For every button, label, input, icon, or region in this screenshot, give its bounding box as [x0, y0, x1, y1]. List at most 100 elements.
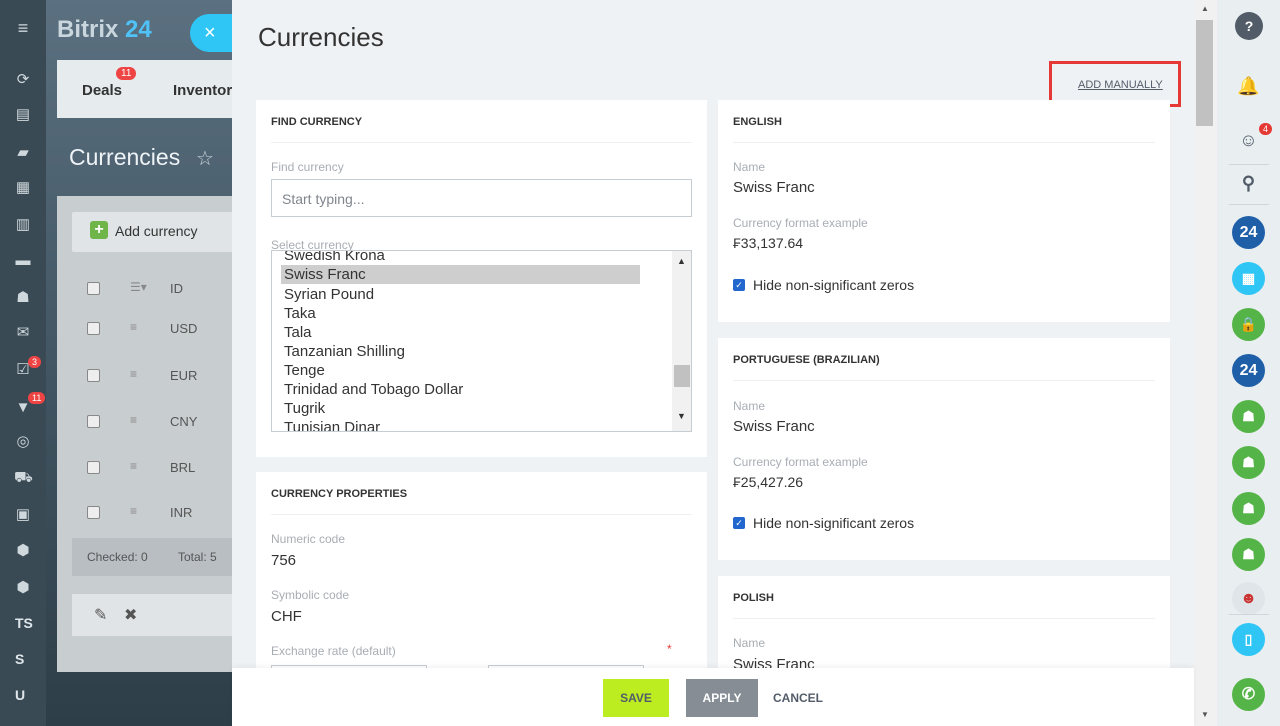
save-button[interactable]: SAVE	[603, 679, 669, 717]
list-item[interactable]: Tanzanian Shilling	[284, 342, 405, 361]
total-count: Total: 5	[178, 550, 217, 564]
calendar-icon[interactable]: ▦	[14, 180, 32, 196]
row-menu-icon[interactable]: ≡	[130, 413, 137, 427]
nav-letter-u[interactable]: U	[15, 687, 25, 703]
target-icon[interactable]: ◎	[14, 434, 32, 450]
format-label: Currency format example	[733, 455, 868, 469]
background-tabs: Deals Inventor	[57, 60, 237, 118]
find-currency-input[interactable]: Start typing...	[271, 179, 692, 217]
group-icon[interactable]: ☗	[1232, 538, 1265, 571]
drive-icon[interactable]: ▬	[14, 253, 32, 269]
document-icon[interactable]: ▥	[14, 217, 32, 233]
format-label: Currency format example	[733, 216, 868, 230]
tab-deals[interactable]: Deals	[82, 82, 122, 99]
star-icon[interactable]: ☆	[196, 146, 214, 171]
messenger-badge: 4	[1259, 123, 1273, 135]
tab-inventory[interactable]: Inventor	[173, 82, 232, 99]
list-item[interactable]: Tala	[284, 323, 312, 342]
add-currency-button[interactable]: + Add currency	[72, 212, 234, 252]
table-row: ≡ INR	[72, 490, 234, 536]
group-icon[interactable]: ☗	[1232, 446, 1265, 479]
search-icon[interactable]: ⚲	[1232, 167, 1265, 200]
hide-zeros-checkbox[interactable]: ✓	[733, 517, 745, 529]
row-id: EUR	[170, 368, 198, 383]
grid-footer: Checked: 0 Total: 5	[72, 538, 234, 576]
help-icon[interactable]: ?	[1235, 12, 1263, 40]
close-slider-button[interactable]: ×	[190, 14, 234, 52]
slider-scroll-thumb[interactable]	[1196, 20, 1213, 126]
b24-icon[interactable]: 24	[1232, 216, 1265, 249]
list-item[interactable]: Tunisian Dinar	[284, 418, 380, 431]
find-currency-card: FIND CURRENCY Find currency Start typing…	[256, 100, 707, 457]
table-row: ≡ CNY	[72, 399, 234, 445]
nav-letter-s[interactable]: S	[15, 651, 24, 667]
row-menu-icon[interactable]: ≡	[130, 459, 137, 473]
row-menu-icon[interactable]: ≡	[130, 367, 137, 381]
grid-actions: ✎ ✖	[72, 594, 234, 636]
list-item[interactable]: Tenge	[284, 361, 325, 380]
list-item[interactable]: Syrian Pound	[284, 285, 374, 304]
listbox-scroll-thumb[interactable]	[674, 365, 690, 387]
format-example: ₣33,137.64	[733, 235, 804, 251]
cart-icon[interactable]: ⛟	[14, 470, 33, 486]
scroll-down-icon[interactable]: ▼	[1201, 710, 1209, 719]
row-checkbox[interactable]	[87, 461, 100, 474]
menu-icon[interactable]: ≡	[14, 19, 32, 37]
mail-icon[interactable]: ✉	[14, 325, 32, 341]
name-label: Name	[733, 160, 766, 174]
group-icon[interactable]: ☗	[1232, 492, 1265, 525]
list-item-selected[interactable]: Swiss Franc	[281, 265, 640, 284]
column-menu-icon[interactable]: ☰▾	[130, 280, 147, 294]
feed-icon[interactable]: ▤	[14, 107, 32, 123]
calendar-icon[interactable]: ▦	[1232, 262, 1265, 295]
name-label: Name	[733, 636, 766, 650]
add-manually-link[interactable]: ADD MANUALLY	[1078, 79, 1163, 91]
chat-icon[interactable]: ▰	[14, 145, 32, 161]
scroll-up-icon[interactable]: ▲	[1201, 4, 1209, 13]
group-icon[interactable]: ☗	[1232, 400, 1265, 433]
contact-card-icon[interactable]: ▣	[14, 507, 32, 523]
listbox-scrollbar[interactable]: ▲ ▼	[672, 251, 691, 431]
row-checkbox[interactable]	[87, 415, 100, 428]
slider-scrollbar[interactable]: ▲ ▼	[1194, 0, 1217, 726]
row-checkbox[interactable]	[87, 369, 100, 382]
telephony-icon[interactable]: ▯	[1232, 623, 1265, 656]
plus-icon: +	[90, 221, 108, 239]
inventory-icon[interactable]: ⬢	[14, 580, 32, 596]
list-item[interactable]: Trinidad and Tobago Dollar	[284, 380, 463, 399]
nav-letter-ts[interactable]: TS	[15, 615, 33, 631]
box-icon[interactable]: ⬢	[14, 543, 32, 559]
bell-icon[interactable]: 🔔	[1232, 70, 1265, 103]
pencil-icon[interactable]: ✎	[94, 605, 107, 625]
row-menu-icon[interactable]: ≡	[130, 320, 137, 334]
cancel-button[interactable]: CANCEL	[768, 679, 828, 717]
row-id: CNY	[170, 414, 198, 429]
activity-icon[interactable]: ⟳	[14, 72, 32, 88]
column-id-header[interactable]: ID	[170, 281, 183, 296]
select-all-checkbox[interactable]	[87, 282, 100, 295]
scroll-down-icon[interactable]: ▼	[677, 411, 686, 421]
delete-icon[interactable]: ✖	[124, 605, 137, 625]
list-item[interactable]: Tugrik	[284, 399, 325, 418]
currency-listbox[interactable]: Swedish Krona Swiss Franc Syrian Pound T…	[271, 250, 692, 432]
apply-button[interactable]: APPLY	[686, 679, 758, 717]
scroll-up-icon[interactable]: ▲	[677, 256, 686, 266]
list-item[interactable]: Swedish Krona	[284, 251, 385, 265]
row-checkbox[interactable]	[87, 322, 100, 335]
table-row: ≡ USD	[72, 306, 234, 352]
name-value: Swiss Franc	[733, 418, 815, 435]
team-icon[interactable]: ☗	[14, 290, 32, 306]
symbolic-code-label: Symbolic code	[271, 588, 350, 602]
avatar[interactable]: ☻	[1232, 582, 1265, 615]
lock-icon[interactable]: 🔒	[1232, 308, 1265, 341]
b24-support-icon[interactable]: 24	[1232, 354, 1265, 387]
phone-icon[interactable]: ✆	[1232, 678, 1265, 711]
name-value: Swiss Franc	[733, 179, 815, 196]
format-example: ₣25,427.26	[733, 474, 804, 490]
row-checkbox[interactable]	[87, 506, 100, 519]
row-menu-icon[interactable]: ≡	[130, 504, 137, 518]
list-item[interactable]: Taka	[284, 304, 316, 323]
table-row: ≡ EUR	[72, 353, 234, 399]
find-currency-placeholder: Start typing...	[282, 191, 365, 207]
hide-zeros-checkbox[interactable]: ✓	[733, 279, 745, 291]
